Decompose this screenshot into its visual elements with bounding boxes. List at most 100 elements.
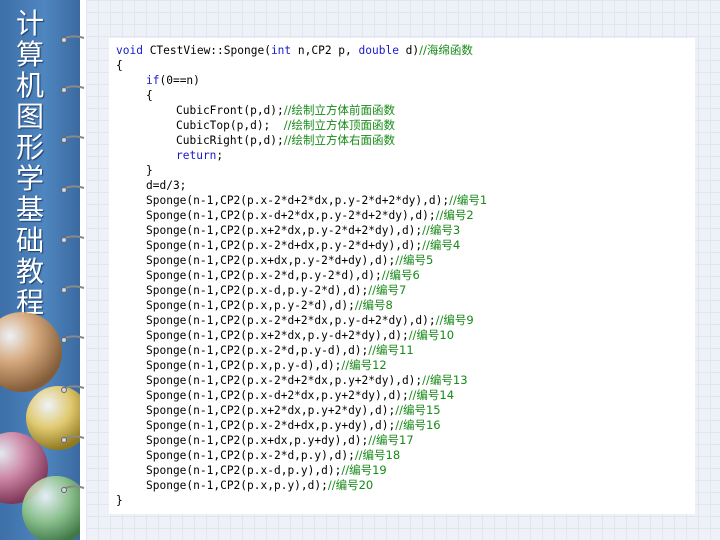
code-text: Sponge(n-1,CP2(p.x-2*d+2*dx,p.y+2*dy),d)… bbox=[146, 374, 423, 387]
code-text: CubicRight(p,d); bbox=[176, 134, 284, 147]
binding-ring-icon bbox=[61, 285, 85, 293]
sidebar-title-banner: 计算机图形学基础教程 bbox=[0, 0, 80, 540]
code-line: Sponge(n-1,CP2(p.x+dx,p.y-2*d+dy),d);//编… bbox=[116, 253, 695, 268]
binding-ring-icon bbox=[61, 185, 85, 193]
code-comment: //编号10 bbox=[408, 328, 455, 342]
code-comment: //绘制立方体右面函数 bbox=[283, 133, 396, 147]
code-line: Sponge(n-1,CP2(p.x-2*d+2*dx,p.y-d+2*dy),… bbox=[116, 313, 695, 328]
code-comment: //编号11 bbox=[368, 343, 414, 357]
code-line: Sponge(n-1,CP2(p.x-2*d,p.y-2*d),d);//编号6 bbox=[116, 268, 695, 283]
code-comment: //编号14 bbox=[408, 388, 455, 402]
code-line: Sponge(n-1,CP2(p.x-2*d,p.y-d),d);//编号11 bbox=[116, 343, 695, 358]
code-text: Sponge(n-1,CP2(p.x-d+2*dx,p.y+2*dy),d); bbox=[146, 389, 409, 402]
code-text: ; bbox=[216, 149, 224, 162]
code-line: return; bbox=[116, 148, 695, 163]
code-text: d=d/3; bbox=[146, 179, 187, 192]
code-text: Sponge(n-1,CP2(p.x-2*d+2*dx,p.y-2*d+2*dy… bbox=[146, 194, 450, 207]
title-char: 础 bbox=[15, 224, 44, 257]
code-line: Sponge(n-1,CP2(p.x-2*d,p.y),d);//编号18 bbox=[116, 448, 695, 463]
code-text: Sponge(n-1,CP2(p.x-2*d+dx,p.y+dy),d); bbox=[146, 419, 396, 432]
title-char: 算 bbox=[15, 38, 44, 71]
code-text: Sponge(n-1,CP2(p.x-2*d+2*dx,p.y-d+2*dy),… bbox=[146, 314, 436, 327]
code-text: Sponge(n-1,CP2(p.x+2*dx,p.y-2*d+2*dy),d)… bbox=[146, 224, 423, 237]
code-comment: //海绵函数 bbox=[419, 43, 473, 57]
code-text: CubicTop(p,d); bbox=[176, 119, 284, 132]
code-comment: //编号6 bbox=[381, 268, 420, 282]
code-comment: //编号7 bbox=[368, 283, 407, 297]
code-line: CubicTop(p,d); //绘制立方体顶面函数 bbox=[116, 118, 695, 133]
code-line: Sponge(n-1,CP2(p.x-2*d+2*dx,p.y+2*dy),d)… bbox=[116, 373, 695, 388]
code-line: Sponge(n-1,CP2(p.x-d+2*dx,p.y+2*dy),d);/… bbox=[116, 388, 695, 403]
code-text: CubicFront(p,d); bbox=[176, 104, 284, 117]
code-comment: //绘制立方体前面函数 bbox=[283, 103, 396, 117]
code-line: { bbox=[116, 88, 695, 103]
code-comment: //编号5 bbox=[395, 253, 434, 267]
code-text: } bbox=[116, 494, 123, 507]
code-comment: //绘制立方体顶面函数 bbox=[283, 118, 396, 132]
code-text: Sponge(n-1,CP2(p.x+2*dx,p.y-d+2*dy),d); bbox=[146, 329, 409, 342]
code-line: Sponge(n-1,CP2(p.x-2*d+2*dx,p.y-2*d+2*dy… bbox=[116, 193, 695, 208]
title-char: 机 bbox=[15, 69, 44, 102]
code-comment: //编号2 bbox=[435, 208, 474, 222]
binding-ring-icon bbox=[61, 35, 85, 43]
binding-ring-icon bbox=[61, 85, 85, 93]
code-comment: //编号4 bbox=[422, 238, 461, 252]
code-line: void CTestView::Sponge(int n,CP2 p, doub… bbox=[116, 43, 695, 58]
code-line: Sponge(n-1,CP2(p.x,p.y-d),d);//编号12 bbox=[116, 358, 695, 373]
vertical-course-title: 计算机图形学基础教程 bbox=[8, 8, 52, 318]
code-comment: //编号19 bbox=[341, 463, 387, 477]
code-comment: //编号12 bbox=[341, 358, 387, 372]
code-text: Sponge(n-1,CP2(p.x-d,p.y-2*d),d); bbox=[146, 284, 369, 297]
binding-ring-icon bbox=[61, 135, 85, 143]
title-char: 基 bbox=[15, 193, 44, 226]
code-text: Sponge(n-1,CP2(p.x,p.y-d),d); bbox=[146, 359, 342, 372]
code-line: { bbox=[116, 58, 695, 73]
code-comment: //编号9 bbox=[435, 313, 474, 327]
code-text: Sponge(n-1,CP2(p.x-2*d,p.y-d),d); bbox=[146, 344, 369, 357]
code-keyword: return bbox=[176, 149, 217, 162]
code-text: { bbox=[146, 89, 153, 102]
code-text: Sponge(n-1,CP2(p.x-2*d,p.y-2*d),d); bbox=[146, 269, 382, 282]
code-comment: //编号13 bbox=[422, 373, 468, 387]
code-line: Sponge(n-1,CP2(p.x-2*d+dx,p.y+dy),d);//编… bbox=[116, 418, 695, 433]
code-text: Sponge(n-1,CP2(p.x-2*d,p.y),d); bbox=[146, 449, 355, 462]
code-keyword: int bbox=[270, 44, 292, 57]
binding-ring-icon bbox=[61, 335, 85, 343]
code-line: if(0==n) bbox=[116, 73, 695, 88]
code-comment: //编号17 bbox=[368, 433, 414, 447]
code-line: } bbox=[116, 493, 695, 508]
code-line: Sponge(n-1,CP2(p.x+2*dx,p.y-2*d+2*dy),d)… bbox=[116, 223, 695, 238]
title-char: 计 bbox=[15, 7, 44, 40]
code-text: CTestView::Sponge( bbox=[142, 44, 271, 57]
code-text: Sponge(n-1,CP2(p.x-2*d+dx,p.y-2*d+dy),d)… bbox=[146, 239, 423, 252]
code-text: (0==n) bbox=[159, 74, 200, 87]
code-comment: //编号15 bbox=[395, 403, 441, 417]
code-text: Sponge(n-1,CP2(p.x+2*dx,p.y+2*dy),d); bbox=[146, 404, 396, 417]
code-text: Sponge(n-1,CP2(p.x+dx,p.y-2*d+dy),d); bbox=[146, 254, 396, 267]
code-line: Sponge(n-1,CP2(p.x,p.y),d);//编号20 bbox=[116, 478, 695, 493]
code-line: d=d/3; bbox=[116, 178, 695, 193]
code-text: Sponge(n-1,CP2(p.x,p.y),d); bbox=[146, 479, 328, 492]
code-text: Sponge(n-1,CP2(p.x+dx,p.y+dy),d); bbox=[146, 434, 369, 447]
binding-ring-icon bbox=[61, 435, 85, 443]
code-line: Sponge(n-1,CP2(p.x+dx,p.y+dy),d);//编号17 bbox=[116, 433, 695, 448]
code-comment: //编号18 bbox=[354, 448, 401, 462]
code-text: { bbox=[116, 59, 123, 72]
code-comment: //编号8 bbox=[354, 298, 393, 312]
binding-ring-icon bbox=[61, 235, 85, 243]
title-char: 形 bbox=[15, 131, 44, 164]
code-keyword: double bbox=[358, 44, 399, 57]
code-comment: //编号1 bbox=[449, 193, 488, 207]
code-text: } bbox=[146, 164, 153, 177]
code-comment: //编号3 bbox=[422, 223, 461, 237]
code-line: Sponge(n-1,CP2(p.x,p.y-2*d),d);//编号8 bbox=[116, 298, 695, 313]
code-line: Sponge(n-1,CP2(p.x-d+2*dx,p.y-2*d+2*dy),… bbox=[116, 208, 695, 223]
code-keyword: void bbox=[116, 44, 143, 57]
code-line: Sponge(n-1,CP2(p.x-2*d+dx,p.y-2*d+dy),d)… bbox=[116, 238, 695, 253]
title-char: 教 bbox=[15, 255, 44, 288]
code-line: } bbox=[116, 163, 695, 178]
code-keyword: if bbox=[146, 74, 160, 87]
code-line: CubicRight(p,d);//绘制立方体右面函数 bbox=[116, 133, 695, 148]
code-line: CubicFront(p,d);//绘制立方体前面函数 bbox=[116, 103, 695, 118]
code-text: Sponge(n-1,CP2(p.x-d+2*dx,p.y-2*d+2*dy),… bbox=[146, 209, 436, 222]
